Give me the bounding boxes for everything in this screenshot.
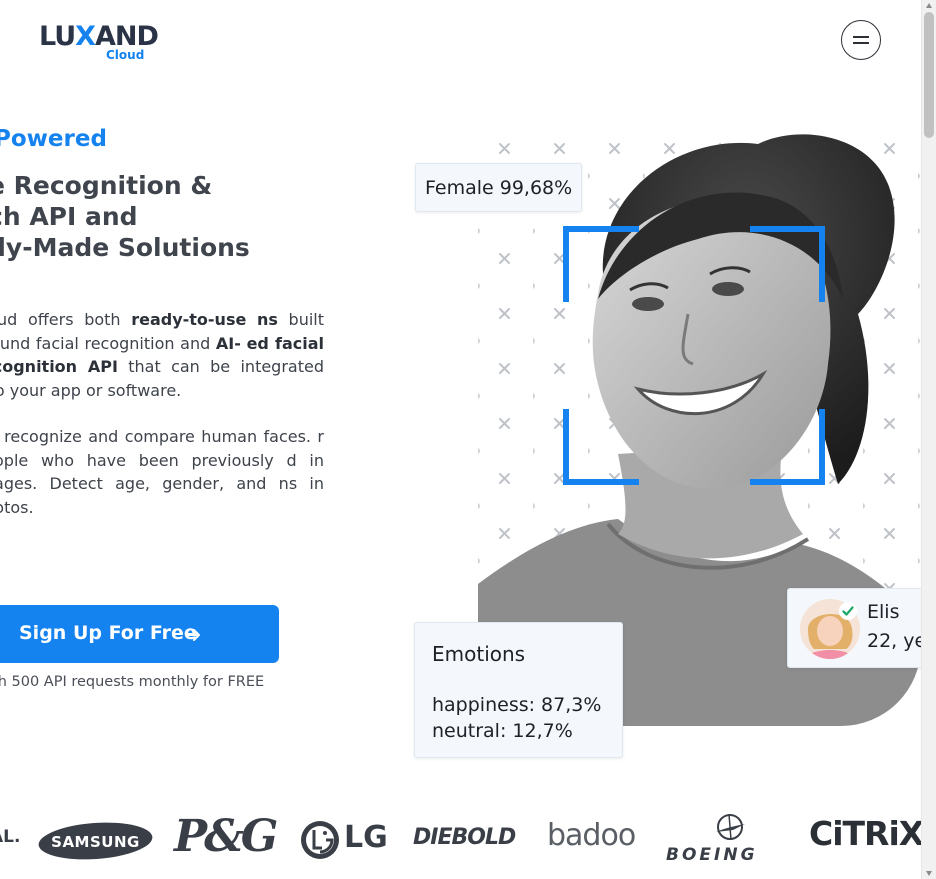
menu-button[interactable] — [841, 20, 881, 60]
person-match-card: Elis 22, ye — [787, 588, 932, 668]
loreal-logo: AL. — [0, 827, 21, 847]
samsung-logo-text: SAMSUNG — [51, 833, 140, 851]
hero-description: cloud offers both ready-to-use ns built … — [0, 310, 325, 400]
sign-up-note: ith 500 API requests monthly for FREE — [0, 674, 265, 690]
hero-description-secondary: ely recognize and compare human faces. r… — [0, 427, 324, 517]
client-logos: AL. SAMSUNG P&G LG DIEBOLD badoo BOEING … — [0, 800, 924, 879]
emotions-card: Emotions happiness: 87,3% neutral: 12,7% — [414, 622, 623, 758]
scroll-down-icon[interactable] — [926, 871, 932, 876]
hero-title-line: dy-Made Solutions — [0, 233, 250, 262]
diebold-logo: DIEBOLD — [413, 825, 516, 850]
hero-title-line: ch API and — [0, 202, 138, 231]
logo-subtitle: Cloud — [106, 48, 145, 62]
hero-title-line: e Recognition & — [0, 171, 213, 200]
samsung-logo: SAMSUNG — [38, 822, 153, 860]
sign-up-label: Sign Up For Free — [19, 622, 197, 644]
hero-kicker: Powered — [0, 126, 107, 152]
emotion-happiness: happiness: 87,3% — [432, 694, 602, 716]
hamburger-menu-icon-line — [853, 42, 869, 44]
hero-title: e Recognition & ch API and dy-Made Solut… — [0, 170, 250, 263]
pg-logo: P&G — [174, 811, 278, 862]
lg-circle-icon — [301, 821, 339, 859]
emotions-title: Emotions — [432, 642, 526, 666]
emotion-neutral: neutral: 12,7% — [432, 720, 573, 742]
badoo-logo: badoo — [547, 818, 636, 853]
scrollbar-thumb[interactable] — [924, 12, 934, 138]
luxand-logo[interactable]: LUXAND Cloud — [39, 18, 163, 64]
boeing-logo: BOEING — [666, 845, 758, 865]
lg-logo: LG — [344, 820, 388, 855]
person-age: 22, ye — [867, 630, 927, 652]
boeing-mark-icon — [716, 813, 745, 841]
arrow-right-icon — [185, 629, 200, 641]
vertical-scrollbar[interactable] — [921, 0, 936, 879]
person-name: Elis — [867, 601, 900, 623]
gender-value: Female 99,68% — [425, 177, 573, 199]
checkmark-icon — [839, 602, 857, 620]
gender-tag: Female 99,68% — [415, 163, 582, 212]
scroll-up-icon[interactable] — [926, 3, 932, 8]
citrix-logo: CiTRiX — [809, 814, 924, 853]
hamburger-menu-icon — [853, 36, 869, 38]
sign-up-button[interactable]: Sign Up For Free — [0, 605, 279, 663]
